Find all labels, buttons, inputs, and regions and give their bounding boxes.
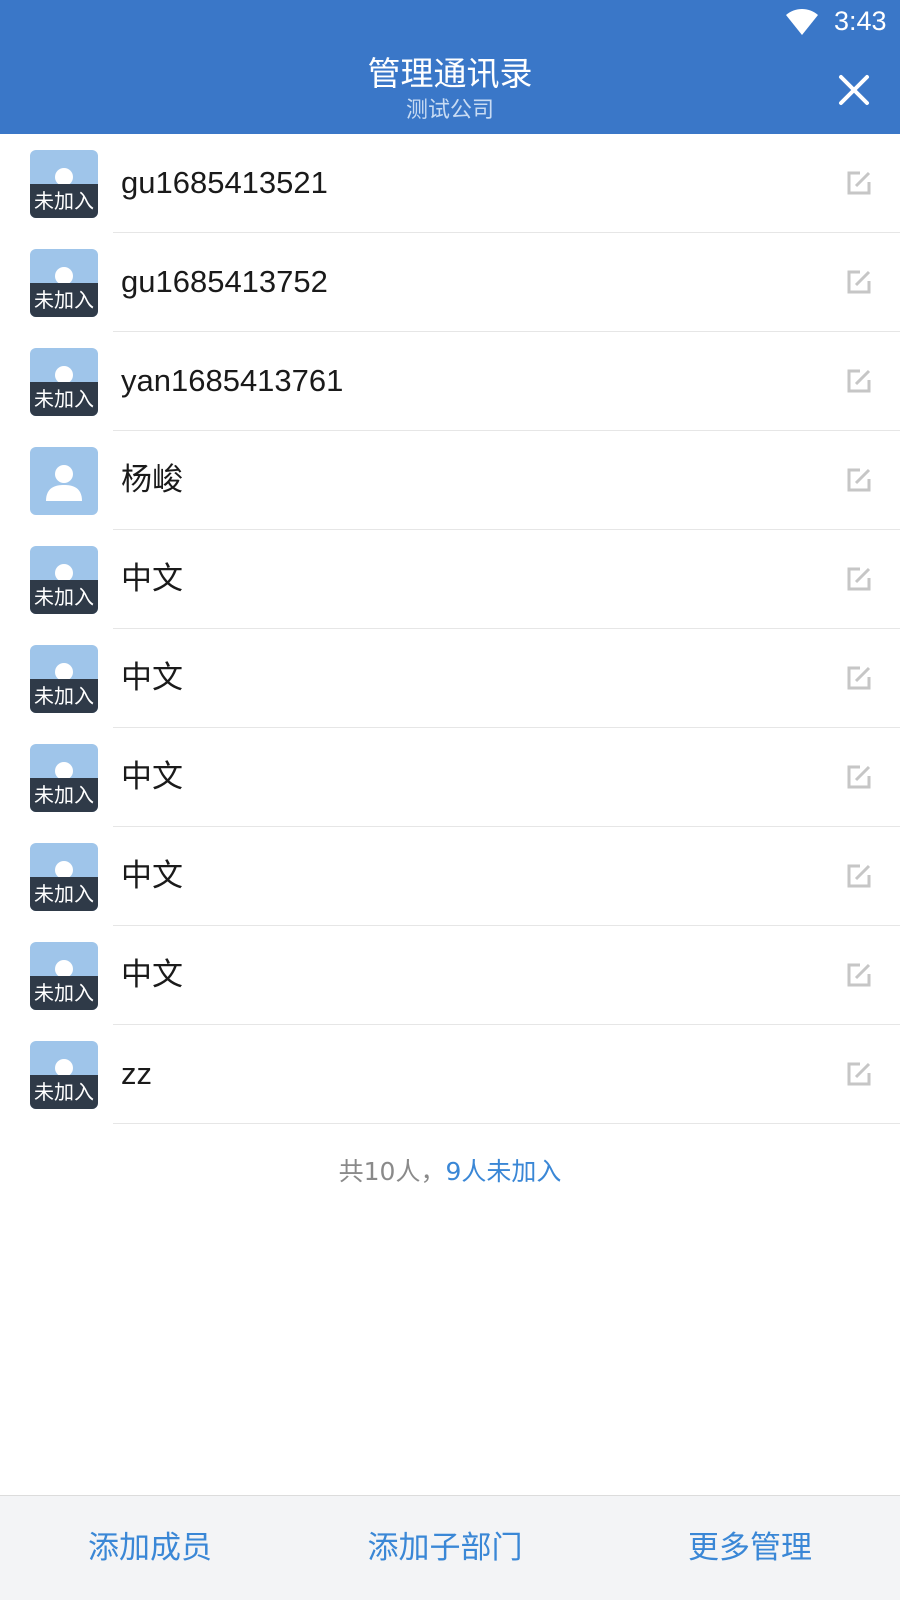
- edit-icon[interactable]: [846, 863, 872, 889]
- status-time: 3:43: [834, 6, 887, 36]
- member-name: 中文: [121, 759, 183, 794]
- avatar: 未加入: [30, 546, 98, 614]
- member-row[interactable]: 杨峻: [0, 431, 900, 530]
- member-row[interactable]: 未加入 中文: [0, 728, 900, 827]
- total-count: 共10人，: [338, 1157, 446, 1186]
- not-joined-badge: 未加入: [30, 382, 98, 416]
- not-joined-badge: 未加入: [30, 184, 98, 218]
- edit-icon[interactable]: [846, 566, 872, 592]
- page-title: 管理通讯录: [367, 54, 533, 93]
- not-joined-badge: 未加入: [30, 877, 98, 911]
- not-joined-badge: 未加入: [30, 1075, 98, 1109]
- row-divider: [113, 1123, 900, 1124]
- add-member-button[interactable]: 添加成员: [0, 1496, 300, 1600]
- edit-icon[interactable]: [846, 764, 872, 790]
- member-row[interactable]: 未加入 zz: [0, 1025, 900, 1124]
- edit-icon[interactable]: [846, 269, 872, 295]
- member-name: 中文: [121, 660, 183, 695]
- member-row[interactable]: 未加入 中文: [0, 629, 900, 728]
- member-row[interactable]: 未加入 gu1685413752: [0, 233, 900, 332]
- edit-icon[interactable]: [846, 170, 872, 196]
- avatar: 未加入: [30, 249, 98, 317]
- status-bar: 3:43: [0, 0, 900, 46]
- avatar: 未加入: [30, 150, 98, 218]
- not-joined-badge: 未加入: [30, 679, 98, 713]
- avatar: 未加入: [30, 645, 98, 713]
- avatar: 未加入: [30, 348, 98, 416]
- page-subtitle: 测试公司: [405, 98, 494, 123]
- member-row[interactable]: 未加入 yan1685413761: [0, 332, 900, 431]
- not-joined-badge: 未加入: [30, 283, 98, 317]
- member-list: 未加入 gu1685413521 未加入 gu1685413752 未加入 ya…: [0, 134, 900, 1124]
- avatar: 未加入: [30, 843, 98, 911]
- member-name: 杨峻: [121, 462, 183, 497]
- edit-icon[interactable]: [846, 467, 872, 493]
- member-row[interactable]: 未加入 中文: [0, 530, 900, 629]
- member-name: gu1685413752: [121, 264, 328, 299]
- not-joined-badge: 未加入: [30, 976, 98, 1010]
- add-subdepartment-button[interactable]: 添加子部门: [290, 1496, 600, 1600]
- avatar: [30, 447, 98, 515]
- edit-icon[interactable]: [846, 368, 872, 394]
- member-row[interactable]: 未加入 gu1685413521: [0, 134, 900, 233]
- person-icon: [46, 465, 82, 501]
- app-header: 3:43 管理通讯录 测试公司: [0, 0, 900, 134]
- member-name: gu1685413521: [121, 165, 328, 200]
- member-summary: 共10人，9人未加入: [0, 1154, 900, 1190]
- member-name: yan1685413761: [121, 363, 344, 398]
- edit-icon[interactable]: [846, 1061, 872, 1087]
- wifi-icon: [786, 9, 818, 35]
- member-name: 中文: [121, 957, 183, 992]
- member-name: 中文: [121, 858, 183, 893]
- not-joined-badge: 未加入: [30, 778, 98, 812]
- close-icon[interactable]: [834, 70, 874, 110]
- avatar: 未加入: [30, 1041, 98, 1109]
- avatar: 未加入: [30, 744, 98, 812]
- member-row[interactable]: 未加入 中文: [0, 827, 900, 926]
- member-name: zz: [121, 1056, 152, 1091]
- more-management-button[interactable]: 更多管理: [600, 1496, 900, 1600]
- member-name: 中文: [121, 561, 183, 596]
- pending-count-link[interactable]: 9人未加入: [445, 1157, 561, 1186]
- bottom-action-bar: 添加成员 添加子部门 更多管理: [0, 1495, 900, 1600]
- not-joined-badge: 未加入: [30, 580, 98, 614]
- edit-icon[interactable]: [846, 962, 872, 988]
- member-row[interactable]: 未加入 中文: [0, 926, 900, 1025]
- avatar: 未加入: [30, 942, 98, 1010]
- edit-icon[interactable]: [846, 665, 872, 691]
